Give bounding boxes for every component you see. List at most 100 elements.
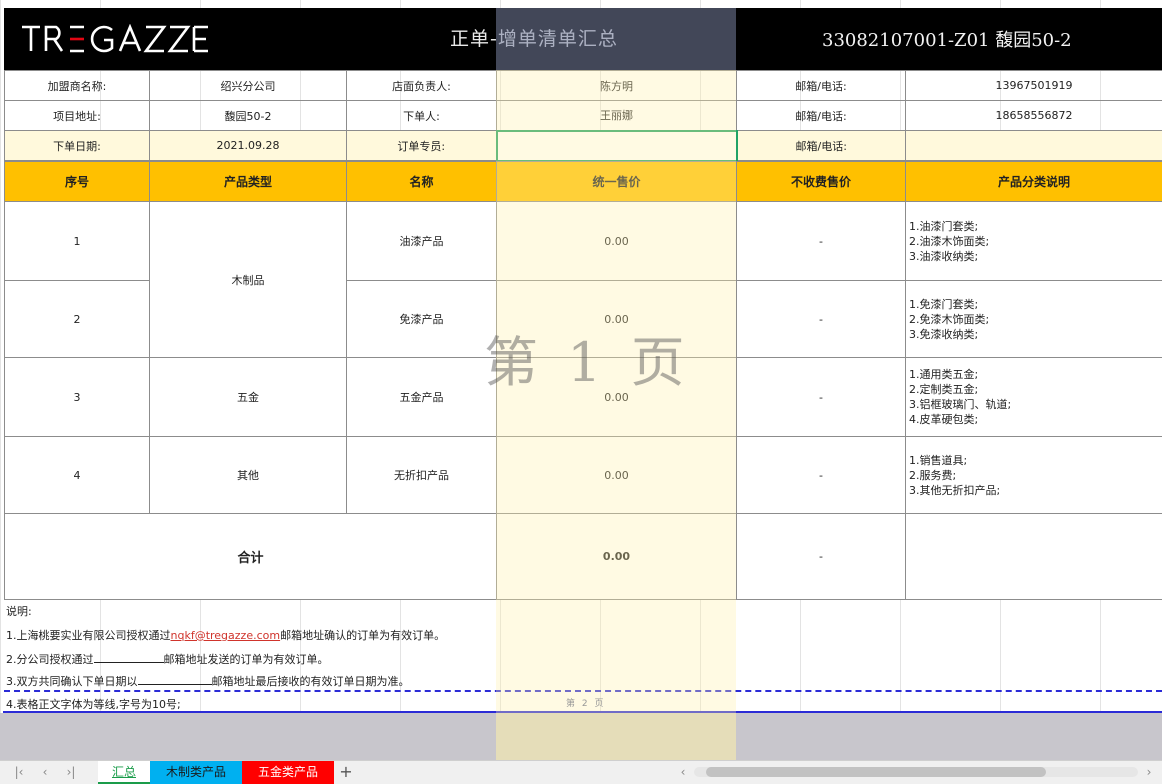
product-type[interactable]: 其他 [149, 436, 347, 514]
page-watermark: 第 1 页 [484, 331, 691, 394]
report-title: 正单-增单清单汇总 [450, 28, 618, 50]
info-row: 加盟商名称: 绍兴分公司 店面负责人: 陈方明 邮箱/电话: 139675019… [4, 70, 1162, 101]
notes-title[interactable]: 说明: [6, 603, 32, 619]
free-price[interactable]: - [736, 357, 906, 437]
page-2-marker: 第 2 页 [566, 699, 606, 709]
desc-line: 3.铝框玻璃门、轨道; [909, 398, 1012, 411]
desc-line: 1.免漆门套类; [909, 297, 979, 311]
category-description[interactable]: 1.免漆门套类; 2.免漆木饰面类; 3.免漆收纳类; [905, 280, 1162, 358]
category-description[interactable]: 1.油漆门套类; 2.油漆木饰面类; 3.油漆收纳类; [905, 201, 1162, 281]
order-code: 33082107001-Z01 馥园50-2 [822, 30, 1072, 51]
desc-line: 3.油漆收纳类; [909, 249, 979, 263]
label-cell[interactable]: 下单人: [346, 100, 497, 131]
column-highlight-strip [496, 713, 736, 760]
free-price[interactable]: - [736, 201, 906, 281]
value-cell[interactable]: 13967501919 [905, 70, 1162, 101]
free-price[interactable]: - [736, 436, 906, 514]
column-header[interactable]: 产品类型 [149, 161, 347, 202]
desc-line: 1.销售道具; [909, 453, 968, 467]
column-header[interactable]: 统一售价 [496, 161, 737, 202]
note-text: 邮箱地址最后接收的有效订单日期为准。 [211, 675, 410, 688]
scroll-right-icon[interactable]: › [1142, 764, 1156, 780]
sheet-tab-bar: |‹ ‹ ›| 汇总 木制类产品 五金类产品 + ‹ › [0, 760, 1162, 784]
header-banner: 正单-增单清单汇总 33082107001-Z01 馥园50-2 [4, 8, 1162, 70]
header-row: 序号 产品类型 名称 统一售价 不收费售价 产品分类说明 [4, 161, 1162, 202]
info-row: 项目地址: 馥园50-2 下单人: 王丽娜 邮箱/电话: 18658556872 [4, 100, 1162, 131]
unit-price[interactable]: 0.00 [496, 436, 737, 514]
scroll-left-icon[interactable]: ‹ [676, 764, 690, 780]
label-cell[interactable]: 邮箱/电话: [736, 70, 906, 101]
note-text: 邮箱地址确认的订单为有效订单。 [280, 629, 446, 642]
row-number[interactable]: 3 [4, 357, 150, 437]
unit-price[interactable]: 0.00 [496, 201, 737, 281]
first-sheet-icon[interactable]: |‹ [10, 764, 28, 780]
desc-line: 3.其他无折扣产品; [909, 483, 1001, 497]
note-text: 邮箱地址发送的订单为有效订单。 [163, 653, 329, 666]
product-name[interactable]: 免漆产品 [346, 280, 497, 358]
label-cell[interactable]: 项目地址: [4, 100, 150, 131]
desc-line: 1.油漆门套类; [909, 219, 979, 233]
label-cell[interactable]: 下单日期: [4, 130, 150, 161]
info-table: 加盟商名称: 绍兴分公司 店面负责人: 陈方明 邮箱/电话: 139675019… [4, 70, 1162, 162]
desc-line: 2.定制类五金; [909, 383, 979, 396]
desc-line: 2.服务费; [909, 468, 957, 482]
table-row: 1 木制品 油漆产品 0.00 - 1.油漆门套类; 2.油漆木饰面类; 3.油… [4, 201, 1162, 358]
product-type[interactable]: 五金 [149, 357, 347, 437]
desc-line: 2.油漆木饰面类; [909, 234, 990, 248]
column-header[interactable]: 名称 [346, 161, 497, 202]
total-free-price[interactable]: - [736, 513, 906, 600]
scroll-thumb[interactable] [706, 767, 1046, 777]
spreadsheet-canvas[interactable]: 正单-增单清单汇总 33082107001-Z01 馥园50-2 加盟商名称: … [0, 0, 1162, 760]
total-price[interactable]: 0.00 [496, 513, 737, 600]
tab-wood-products[interactable]: 木制类产品 [150, 761, 242, 784]
selected-cell[interactable] [495, 129, 738, 162]
label-cell[interactable]: 邮箱/电话: [736, 130, 906, 161]
value-cell[interactable]: 绍兴分公司 [149, 70, 347, 101]
desc-line: 1.通用类五金; [909, 368, 979, 381]
next-sheet-icon[interactable]: ›| [62, 764, 80, 780]
tab-label: 汇总 [111, 765, 136, 779]
product-name[interactable]: 油漆产品 [346, 201, 497, 281]
value-cell[interactable] [905, 130, 1162, 161]
label-cell[interactable]: 订单专员: [346, 130, 497, 161]
page-break-line [4, 690, 1162, 692]
value-cell[interactable]: 2021.09.28 [149, 130, 347, 161]
value-cell[interactable]: 18658556872 [905, 100, 1162, 131]
column-header[interactable]: 序号 [4, 161, 150, 202]
product-name[interactable]: 无折扣产品 [346, 436, 497, 514]
email-link[interactable]: nqkf@tregazze.com [171, 629, 281, 642]
value-cell[interactable]: 陈方明 [496, 70, 737, 101]
column-header[interactable]: 产品分类说明 [905, 161, 1162, 202]
label-cell[interactable]: 邮箱/电话: [736, 100, 906, 131]
product-name[interactable]: 五金产品 [346, 357, 497, 437]
label-cell[interactable]: 店面负责人: [346, 70, 497, 101]
desc-line: 3.免漆收纳类; [909, 327, 979, 341]
value-cell[interactable]: 馥园50-2 [149, 100, 347, 131]
prev-sheet-icon[interactable]: ‹ [36, 764, 54, 780]
note-line[interactable]: 3.双方共同确认下单日期以 邮箱地址最后接收的有效订单日期为准。 [6, 673, 410, 689]
row-number[interactable]: 1 [4, 201, 150, 281]
row-number[interactable]: 2 [4, 280, 150, 358]
total-label[interactable]: 合计 [4, 513, 497, 600]
horizontal-scrollbar[interactable]: ‹ › [676, 764, 1160, 780]
value-cell[interactable]: 王丽娜 [496, 100, 737, 131]
non-print-area [0, 713, 1162, 760]
category-description[interactable]: 1.通用类五金; 2.定制类五金; 3.铝框玻璃门、轨道; 4.皮革硬包类; [905, 357, 1162, 437]
row-number[interactable]: 4 [4, 436, 150, 514]
label-cell[interactable]: 加盟商名称: [4, 70, 150, 101]
product-type[interactable]: 木制品 [149, 201, 347, 358]
note-text: 3.双方共同确认下单日期以 [6, 675, 138, 688]
total-desc[interactable] [905, 513, 1162, 600]
free-price[interactable]: - [736, 280, 906, 358]
tab-summary[interactable]: 汇总 [98, 761, 150, 784]
note-line[interactable]: 1.上海桃要实业有限公司授权通过nqkf@tregazze.com邮箱地址确认的… [6, 627, 445, 643]
note-line[interactable]: 2.分公司授权通过 邮箱地址发送的订单为有效订单。 [6, 651, 329, 667]
category-description[interactable]: 1.销售道具; 2.服务费; 3.其他无折扣产品; [905, 436, 1162, 514]
note-text: 1.上海桃要实业有限公司授权通过 [6, 629, 171, 642]
info-row: 下单日期: 2021.09.28 订单专员: 邮箱/电话: [4, 129, 1162, 162]
column-header[interactable]: 不收费售价 [736, 161, 906, 202]
note-line[interactable]: 4.表格正文字体为等线,字号为10号; [6, 696, 181, 712]
tab-hardware-products[interactable]: 五金类产品 [242, 761, 334, 784]
add-sheet-button[interactable]: + [336, 761, 356, 784]
total-row: 合计 0.00 - [4, 513, 1162, 600]
